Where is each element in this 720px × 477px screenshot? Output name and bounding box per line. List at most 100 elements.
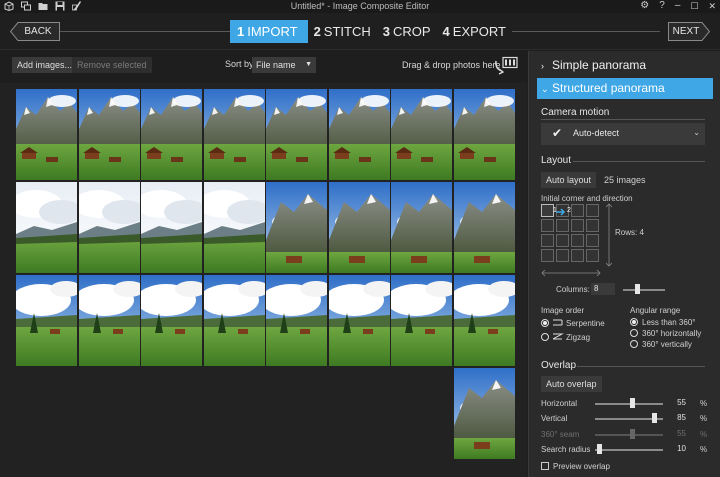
help-icon[interactable]: ? [659,0,665,12]
image-thumbnail[interactable] [204,182,265,273]
camera-motion-title: Camera motion [541,107,610,118]
rows-dimension-icon [605,203,613,267]
corner-cell[interactable] [571,219,584,232]
initial-corner-label: Initial corner and direction [541,194,633,203]
corner-cell[interactable] [586,204,599,217]
360-vertical-label: 360° vertically [642,340,692,349]
image-thumbnail[interactable] [329,275,390,366]
corner-cell[interactable] [586,249,599,262]
simple-panorama-header[interactable]: › Simple panorama [537,55,713,76]
window-title: Untitled* - Image Composite Editor [290,1,430,11]
step-navigation: BACK 1 IMPORT 2 STITCH 3 CROP 4 EXPORT NEXT [0,13,720,50]
image-thumbnail[interactable] [454,182,515,273]
horizontal-overlap-thumb[interactable] [630,398,635,408]
structured-panorama-label: Structured panorama [552,81,665,95]
search-radius-thumb[interactable] [597,444,602,454]
seam-overlap-value: 55 [677,429,686,438]
image-thumbnail[interactable] [266,182,327,273]
corner-cell[interactable] [556,249,569,262]
image-thumbnail[interactable] [454,275,515,366]
image-thumbnail[interactable] [454,89,515,180]
image-thumbnail[interactable] [266,275,327,366]
search-radius-value[interactable]: 10 [663,443,689,455]
structured-panorama-header[interactable]: ⌄ Structured panorama [537,78,713,99]
image-thumbnail[interactable] [79,89,140,180]
panorama-settings-panel: › Simple panorama ⌄ Structured panorama Ca… [528,51,720,477]
image-thumbnail[interactable] [79,275,140,366]
image-thumbnail[interactable] [391,275,452,366]
less-than-360-radio[interactable] [630,318,638,326]
corner-cell[interactable] [571,249,584,262]
360-horizontal-radio[interactable] [630,329,638,337]
steps-bar: 1 IMPORT 2 STITCH 3 CROP 4 EXPORT [230,20,512,43]
image-thumbnail[interactable] [16,275,77,366]
corner-cell[interactable] [586,219,599,232]
corner-cell[interactable] [556,219,569,232]
back-button[interactable]: BACK [10,22,60,41]
drag-drop-hint: Drag & drop photos here [402,60,501,70]
step-import-label: IMPORT [247,24,298,39]
search-radius-track[interactable] [595,449,663,451]
close-icon[interactable]: ✕ [708,0,716,12]
divider [577,366,705,367]
image-thumbnail[interactable] [329,89,390,180]
image-thumbnail[interactable] [204,275,265,366]
image-thumbnail[interactable] [391,182,452,273]
serpentine-icon [553,319,563,326]
360-vertical-radio[interactable] [630,340,638,348]
vertical-overlap-label: Vertical [541,414,568,423]
image-thumbnail[interactable] [141,182,202,273]
columns-input[interactable]: 8 [591,283,615,295]
vertical-overlap-value[interactable]: 85 [663,412,689,424]
zigzag-radio[interactable] [541,333,549,341]
serpentine-radio[interactable] [541,319,549,327]
step-import[interactable]: 1 IMPORT [230,20,308,43]
corner-cell[interactable] [586,234,599,247]
chevron-down-icon: ⌄ [541,84,549,94]
minimize-icon[interactable]: – [675,0,681,12]
columns-slider-track[interactable] [623,289,665,291]
drag-drop-icon[interactable] [493,56,519,79]
maximize-icon[interactable]: ☐ [690,0,698,12]
preview-overlap-checkbox[interactable] [541,462,549,470]
image-grid[interactable] [0,83,527,477]
corner-cell[interactable] [571,234,584,247]
auto-layout-button[interactable]: Auto layout [541,172,597,188]
corner-cell[interactable] [541,219,554,232]
search-radius-label: Search radius [541,445,591,454]
settings-icon[interactable]: ⚙ [640,0,649,12]
divider [541,119,705,120]
corner-cell[interactable] [556,234,569,247]
step-stitch-label: STITCH [323,24,371,39]
step-crop[interactable]: 3 CROP [376,20,437,43]
remove-selected-button: Remove selected [72,57,152,73]
image-thumbnail[interactable] [16,89,77,180]
corner-cell[interactable] [541,249,554,262]
image-thumbnail[interactable] [266,89,327,180]
horizontal-overlap-track[interactable] [595,403,663,405]
image-thumbnail[interactable] [141,275,202,366]
step-stitch[interactable]: 2 STITCH [307,20,377,43]
next-button[interactable]: NEXT [668,22,710,41]
step-export[interactable]: 4 EXPORT [436,20,512,43]
sort-by-select[interactable]: File name ▼ [252,57,316,73]
auto-overlap-button[interactable]: Auto overlap [541,376,602,392]
window-controls: ⚙ ? – ☐ ✕ [640,0,716,12]
direction-arrow-icon [556,208,566,216]
image-thumbnail[interactable] [16,182,77,273]
corner-cell[interactable] [571,204,584,217]
image-thumbnail[interactable] [79,182,140,273]
image-thumbnail[interactable] [391,89,452,180]
image-thumbnail[interactable] [204,89,265,180]
image-thumbnail[interactable] [141,89,202,180]
image-thumbnail[interactable] [329,182,390,273]
camera-motion-select[interactable]: ✔ Auto-detect ⌄ [541,123,705,145]
seam-overlap-label: 360° seam [541,430,580,439]
add-images-button[interactable]: Add images... [12,57,78,73]
corner-cell[interactable] [541,234,554,247]
columns-slider-thumb[interactable] [635,284,640,294]
image-thumbnail[interactable] [454,368,515,459]
horizontal-overlap-value[interactable]: 55 [663,397,689,409]
step-crop-number: 3 [382,24,390,39]
vertical-overlap-thumb[interactable] [652,413,657,423]
